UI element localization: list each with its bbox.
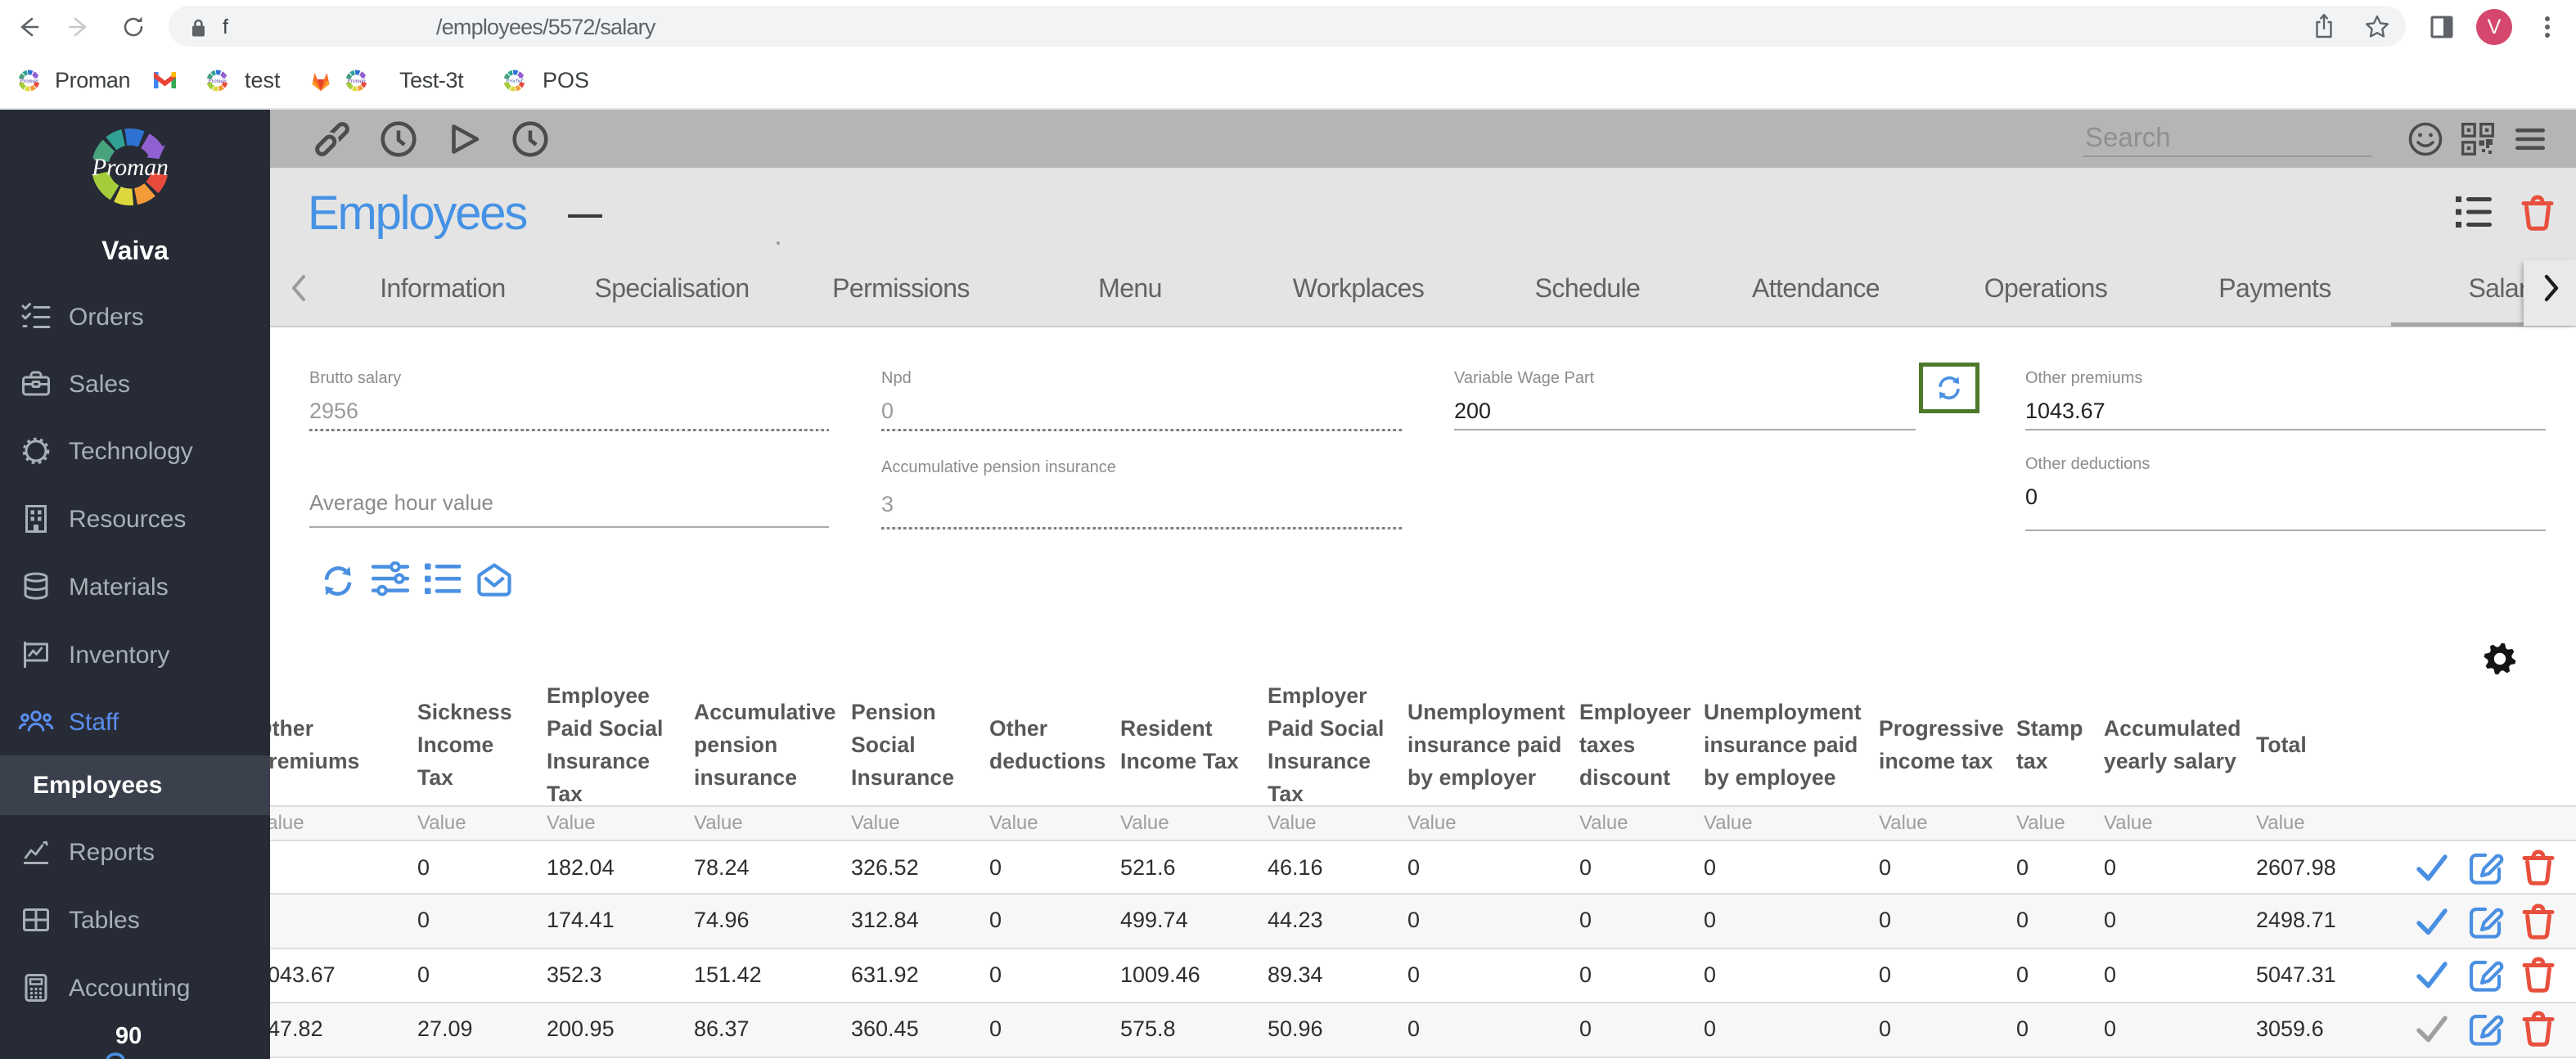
svg-text:Proman: Proman: [346, 78, 366, 84]
svg-text:Proman: Proman: [19, 78, 38, 84]
svg-text:Proman: Proman: [207, 78, 227, 84]
svg-text:Proman: Proman: [91, 155, 169, 181]
svg-text:Prochef: Prochef: [505, 79, 523, 84]
